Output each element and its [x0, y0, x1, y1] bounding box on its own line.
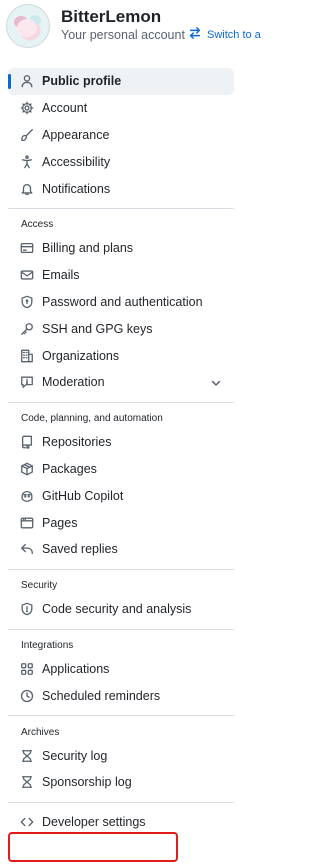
sidebar-item-ssh-gpg[interactable]: SSH and GPG keys	[8, 315, 234, 342]
divider	[8, 207, 234, 209]
group-title-integrations: Integrations	[21, 640, 74, 652]
sidebar-item-scheduled-reminders[interactable]: Scheduled reminders	[8, 682, 234, 709]
copilot-icon	[20, 489, 34, 503]
sidebar-item-label: Saved replies	[42, 542, 118, 557]
sidebar-item-emails[interactable]: Emails	[8, 262, 234, 289]
switch-account-label: Switch to a	[207, 28, 261, 41]
sidebar-item-label: Sponsorship log	[42, 775, 132, 790]
divider	[8, 801, 234, 803]
sidebar-item-label: SSH and GPG keys	[42, 321, 153, 336]
sidebar-item-label: Emails	[42, 268, 80, 283]
bell-icon	[20, 182, 34, 196]
divider	[8, 715, 234, 717]
sidebar-item-label: Password and authentication	[42, 294, 203, 309]
clock-icon	[20, 689, 34, 703]
sidebar-item-label: Code security and analysis	[42, 602, 192, 617]
sidebar-item-packages[interactable]: Packages	[8, 456, 234, 483]
sidebar-item-pages[interactable]: Pages	[8, 509, 234, 536]
sidebar-item-code-security[interactable]: Code security and analysis	[8, 596, 234, 623]
sidebar-item-public-profile[interactable]: Public profile	[8, 68, 234, 95]
codescan-icon	[20, 602, 34, 616]
sidebar-item-label: Packages	[42, 461, 97, 476]
paintbrush-icon	[20, 128, 34, 142]
sidebar-item-appearance[interactable]: Appearance	[8, 122, 234, 149]
organization-icon	[20, 349, 34, 363]
sidebar-item-label: Scheduled reminders	[42, 688, 161, 703]
sidebar-item-password[interactable]: Password and authentication	[8, 289, 234, 316]
avatar[interactable]	[6, 4, 50, 48]
divider	[8, 401, 234, 403]
sidebar-item-accessibility[interactable]: Accessibility	[8, 148, 234, 175]
sidebar-item-applications[interactable]: Applications	[8, 656, 234, 683]
settings-sidebar: Public profile Account Appearance Access…	[8, 68, 234, 836]
sidebar-item-label: Billing and plans	[42, 241, 134, 256]
sidebar-item-billing[interactable]: Billing and plans	[8, 235, 234, 262]
key-icon	[20, 322, 34, 336]
person-icon	[20, 74, 34, 88]
credit-card-icon	[20, 241, 34, 255]
group-title-security: Security	[21, 580, 58, 592]
shield-lock-icon	[20, 295, 34, 309]
package-icon	[20, 462, 34, 476]
reply-icon	[20, 542, 34, 556]
username[interactable]: BitterLemon	[61, 7, 161, 27]
code-icon	[20, 815, 34, 829]
sidebar-item-label: Accessibility	[42, 154, 111, 169]
switch-account-link[interactable]: Switch to a	[188, 26, 261, 43]
sidebar-item-saved-replies[interactable]: Saved replies	[8, 536, 234, 563]
sidebar-item-label: Organizations	[42, 348, 120, 363]
sidebar-item-label: Security log	[42, 748, 108, 763]
divider	[8, 568, 234, 570]
report-icon	[20, 375, 34, 389]
sidebar-item-security-log[interactable]: Security log	[8, 742, 234, 769]
sidebar-item-label: Pages	[42, 515, 78, 530]
sidebar-item-label: GitHub Copilot	[42, 488, 124, 503]
arrow-switch-icon	[188, 26, 202, 43]
log-icon	[20, 749, 34, 763]
sidebar-item-label: Account	[42, 101, 88, 116]
group-title-code-planning: Code, planning, and automation	[21, 413, 163, 425]
sidebar-item-developer-settings[interactable]: Developer settings	[8, 809, 234, 836]
log-icon	[20, 775, 34, 789]
repo-icon	[20, 435, 34, 449]
sidebar-item-label: Public profile	[42, 74, 122, 89]
account-header: BitterLemon Your personal account Switch…	[6, 4, 261, 48]
sidebar-item-account[interactable]: Account	[8, 95, 234, 122]
developer-settings-highlight	[8, 832, 178, 862]
apps-icon	[20, 662, 34, 676]
sidebar-item-label: Moderation	[42, 375, 105, 390]
sidebar-item-label: Notifications	[42, 181, 111, 196]
gear-icon	[20, 101, 34, 115]
accessibility-icon	[20, 155, 34, 169]
chevron-down-icon[interactable]	[210, 377, 222, 389]
account-type-label: Your personal account	[61, 28, 185, 42]
sidebar-item-copilot[interactable]: GitHub Copilot	[8, 482, 234, 509]
mail-icon	[20, 268, 34, 282]
sidebar-item-label: Repositories	[42, 435, 112, 450]
group-title-archives: Archives	[21, 726, 60, 738]
sidebar-item-organizations[interactable]: Organizations	[8, 342, 234, 369]
divider	[8, 628, 234, 630]
sidebar-item-repositories[interactable]: Repositories	[8, 429, 234, 456]
sidebar-item-sponsorship-log[interactable]: Sponsorship log	[8, 769, 234, 796]
group-title-access: Access	[21, 219, 54, 231]
sidebar-item-label: Developer settings	[42, 815, 146, 830]
browser-icon	[20, 516, 34, 530]
sidebar-item-notifications[interactable]: Notifications	[8, 175, 234, 202]
sidebar-item-moderation[interactable]: Moderation	[8, 369, 234, 396]
sidebar-item-label: Applications	[42, 661, 110, 676]
sidebar-item-label: Appearance	[42, 127, 110, 142]
